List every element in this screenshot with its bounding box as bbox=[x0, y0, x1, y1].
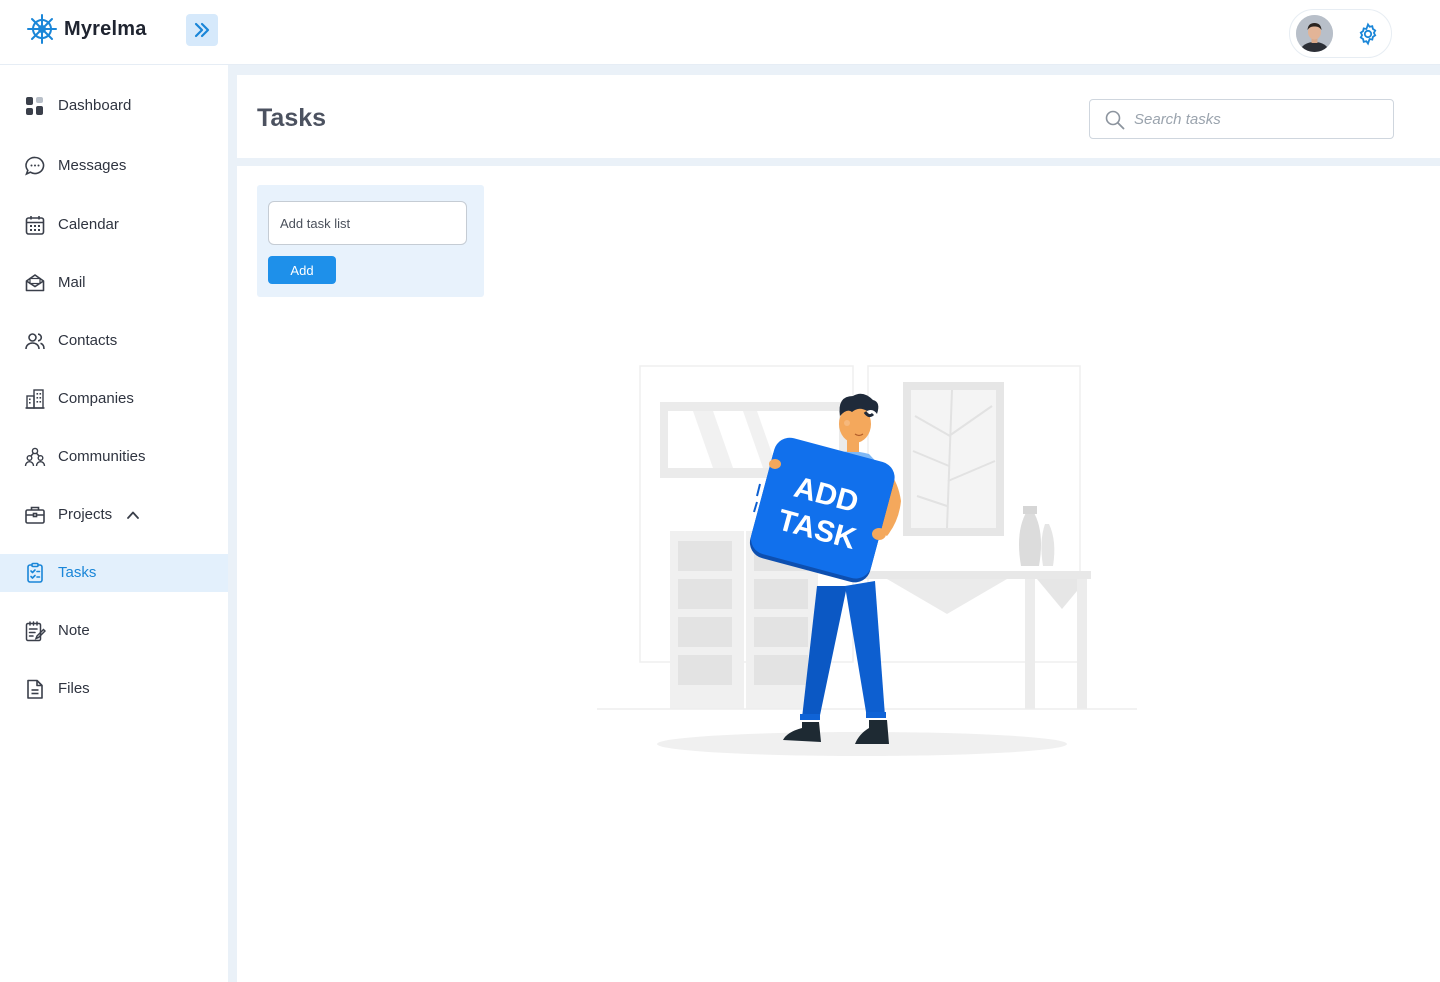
community-icon bbox=[24, 447, 46, 467]
sidebar-item-communities[interactable]: Communities bbox=[0, 438, 228, 476]
clipboard-check-icon bbox=[27, 562, 43, 583]
app-logo[interactable]: Myrelma bbox=[26, 13, 147, 45]
dashboard-icon bbox=[26, 97, 43, 115]
sidebar-item-contacts[interactable]: Contacts bbox=[0, 322, 228, 360]
page-title: Tasks bbox=[257, 104, 327, 132]
search-box bbox=[1089, 99, 1394, 139]
sidebar-item-label: Communities bbox=[58, 448, 146, 465]
sidebar-item-label: Companies bbox=[58, 390, 134, 407]
sidebar-item-label: Calendar bbox=[58, 216, 119, 233]
note-icon bbox=[25, 621, 46, 642]
sidebar-item-dashboard[interactable]: Dashboard bbox=[0, 87, 228, 125]
ship-wheel-icon bbox=[27, 14, 57, 44]
contacts-icon bbox=[25, 333, 45, 350]
sidebar-item-label: Files bbox=[58, 680, 90, 697]
sidebar-item-companies[interactable]: Companies bbox=[0, 380, 228, 418]
search-input[interactable] bbox=[1134, 108, 1384, 130]
sidebar-item-label: Tasks bbox=[58, 564, 97, 581]
sidebar-item-label: Projects bbox=[58, 506, 113, 523]
sidebar: Dashboard Messages Calendar Mail Contact… bbox=[0, 65, 228, 982]
file-icon bbox=[27, 679, 43, 699]
app-name: Myrelma bbox=[64, 17, 147, 40]
sidebar-item-mail[interactable]: Mail bbox=[0, 264, 228, 302]
page-header: Tasks bbox=[237, 75, 1440, 158]
task-list-name-input[interactable] bbox=[268, 201, 467, 245]
sidebar-item-label: Mail bbox=[58, 274, 86, 291]
empty-tasks-illustration: ADD TASK bbox=[597, 365, 1137, 756]
tasks-content: Add task list Add ADD TASK bbox=[237, 166, 1440, 982]
sidebar-item-label: Contacts bbox=[58, 332, 118, 349]
chevron-up-icon[interactable] bbox=[126, 508, 140, 522]
double-chevron-right-icon bbox=[194, 22, 210, 38]
add-task-list-button[interactable]: Add bbox=[268, 256, 336, 284]
building-icon bbox=[25, 389, 45, 409]
sidebar-item-note[interactable]: Note bbox=[0, 612, 228, 650]
sidebar-toggle-button[interactable] bbox=[186, 14, 218, 46]
gear-icon[interactable] bbox=[1356, 22, 1380, 46]
sidebar-item-label: Dashboard bbox=[58, 97, 132, 114]
calendar-icon bbox=[25, 216, 45, 235]
message-icon bbox=[25, 156, 45, 176]
sidebar-item-calendar[interactable]: Calendar bbox=[0, 206, 228, 244]
mail-icon bbox=[25, 274, 45, 292]
sidebar-item-tasks[interactable]: Tasks bbox=[0, 554, 228, 592]
avatar[interactable] bbox=[1296, 15, 1333, 52]
briefcase-icon bbox=[25, 506, 45, 524]
sidebar-item-label: Messages bbox=[58, 157, 127, 174]
search-icon bbox=[1105, 110, 1125, 130]
top-bar: Myrelma bbox=[0, 0, 1440, 65]
sidebar-item-messages[interactable]: Messages bbox=[0, 147, 228, 185]
sidebar-item-files[interactable]: Files bbox=[0, 670, 228, 708]
sidebar-item-projects[interactable]: Projects bbox=[0, 496, 228, 534]
user-menu bbox=[1289, 9, 1392, 58]
add-task-list-panel: Add bbox=[257, 185, 484, 297]
sidebar-item-label: Note bbox=[58, 622, 90, 639]
